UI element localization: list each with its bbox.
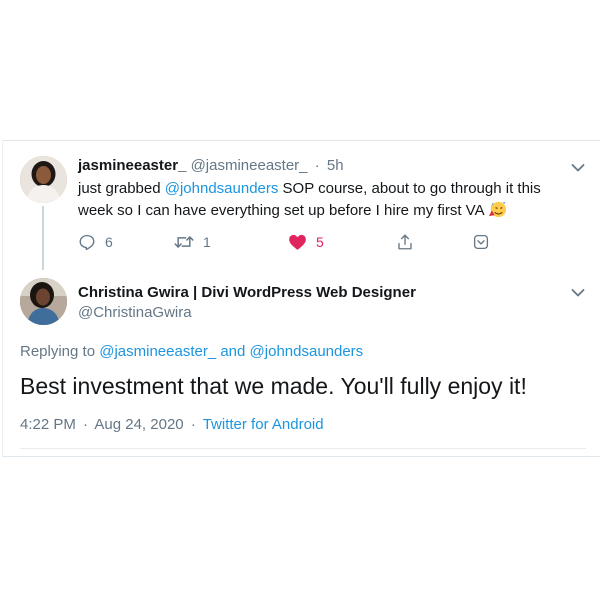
reply-button[interactable]: 6 [78, 231, 113, 253]
tweet2-source-link[interactable]: Twitter for Android [203, 416, 324, 433]
partying-face-emoji-icon [488, 199, 507, 224]
tweet1-display-name[interactable]: jasmineeaster_ [78, 157, 186, 174]
avatar-christinagwira[interactable] [20, 278, 67, 325]
tweet1-time[interactable]: 5h [327, 157, 344, 174]
tweet2-meta: 4:22 PM · Aug 24, 2020 · Twitter for And… [20, 416, 324, 433]
replying-to-line: Replying to @jasmineeaster_ and @johndsa… [20, 343, 363, 360]
tweet2-more-chevron-icon[interactable] [571, 285, 585, 303]
tweet1-more-chevron-icon[interactable] [571, 160, 585, 178]
tweet2-date[interactable]: Aug 24, 2020 [94, 416, 183, 433]
card-left-border [2, 140, 3, 457]
tweet2-text: Best investment that we made. You'll ful… [20, 373, 527, 399]
card-top-border [2, 140, 600, 141]
replying-prefix: Replying to [20, 343, 100, 360]
card-bottom-border [2, 456, 600, 457]
tweet1-text-part1: just grabbed [78, 180, 165, 197]
reply-icon [79, 234, 95, 251]
replying-and: and [216, 343, 250, 360]
retweet-button[interactable]: 1 [174, 231, 211, 253]
tweet2-time[interactable]: 4:22 PM [20, 416, 76, 433]
tweet1-handle[interactable]: @jasmineeaster_ [191, 157, 308, 174]
heart-icon [289, 234, 306, 250]
avatar-jasmineeaster[interactable] [20, 156, 67, 203]
reply-count: 6 [105, 234, 113, 250]
tweet1-separator: · [314, 157, 320, 174]
tweet2-handle[interactable]: @ChristinaGwira [78, 304, 192, 321]
replying-user2-link[interactable]: @johndsaunders [250, 343, 364, 360]
like-count: 5 [316, 234, 324, 250]
share-button[interactable] [396, 231, 414, 253]
tweet1-mention-link[interactable]: @johndsaunders [165, 180, 279, 197]
tweet2-divider [20, 448, 586, 449]
replying-user1-link[interactable]: @jasmineeaster_ [99, 343, 216, 360]
share-icon [398, 234, 412, 250]
save-icon [473, 234, 489, 250]
retweet-count: 1 [203, 234, 211, 250]
tweet1-text: just grabbed @johndsaunders SOP course, … [78, 179, 558, 224]
tweet1-header: jasmineeaster_ @jasmineeaster_ · 5h [78, 157, 344, 174]
like-button[interactable]: 5 [288, 231, 324, 253]
tweet1-action-bar: 6 1 5 [78, 231, 498, 253]
tweet2-separator-2: · [190, 416, 196, 433]
tweet2-separator: · [83, 416, 89, 433]
tweet2-display-name[interactable]: Christina Gwira | Divi WordPress Web Des… [78, 284, 416, 301]
thread-connector [42, 206, 44, 270]
retweet-icon [174, 236, 194, 248]
bookmark-button[interactable] [472, 231, 490, 253]
